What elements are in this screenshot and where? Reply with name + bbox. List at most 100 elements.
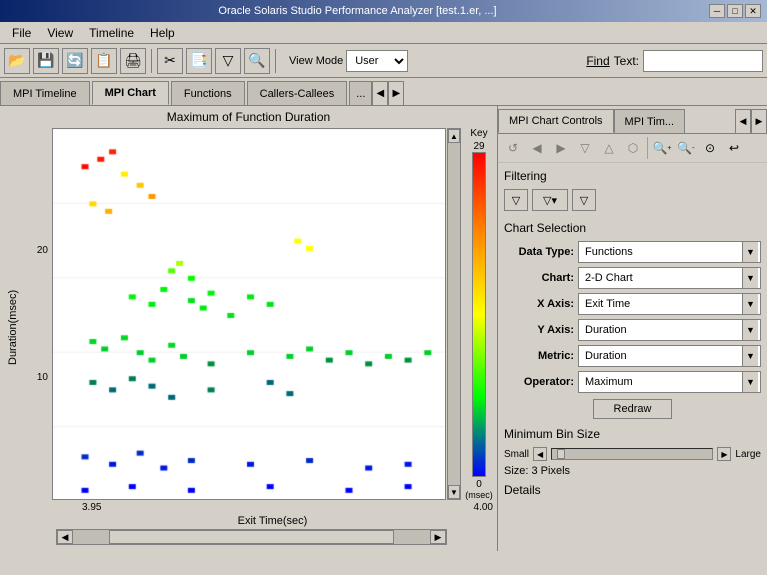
toolbar-sep-1 [151,49,152,73]
view-mode-select[interactable]: User Expert [346,50,408,72]
maximize-button[interactable]: □ [727,4,743,18]
x-tick-2: 4.00 [474,502,493,513]
chart-type-value: 2-D Chart [581,272,742,284]
tab-nav-right[interactable]: ▶ [388,81,404,105]
y-tick-10: 10 [37,372,48,383]
bin-slider-track[interactable] [551,448,713,460]
close-button[interactable]: ✕ [745,4,761,18]
bin-slider-thumb[interactable] [557,449,565,459]
tab-nav-left[interactable]: ◀ [372,81,388,105]
rtb-btn-4[interactable]: ▽ [574,137,596,159]
data-type-arrow[interactable]: ▼ [742,242,758,262]
tab-callers-callees[interactable]: Callers-Callees [247,81,348,105]
y-axis-label: Duration(msec) [4,128,22,527]
rtb-btn-3[interactable]: ▶ [550,137,572,159]
chart-title: Maximum of Function Duration [4,110,493,124]
menu-view[interactable]: View [39,24,81,42]
rtb-btn-zoom-out[interactable]: 🔍- [675,137,697,159]
toolbar-btn-1[interactable]: 📂 [4,48,30,74]
minimize-button[interactable]: ─ [709,4,725,18]
yaxis-label: Y Axis: [504,324,574,336]
toolbar-btn-5[interactable]: 🖨 [120,48,146,74]
key-unit: (msec) [465,490,493,500]
tab-mpi-timeline[interactable]: MPI Timeline [0,81,90,105]
min-bin-section: Minimum Bin Size Small ◀ ▶ Large Size: 3… [504,427,761,477]
bin-small-label: Small [504,449,529,460]
yaxis-select[interactable]: Duration ▼ [578,319,761,341]
filter-btn-3[interactable]: ▽ [572,189,596,211]
toolbar-btn-2[interactable]: 💾 [33,48,59,74]
chart-selection-title: Chart Selection [504,221,761,235]
metric-row: Metric: Duration ▼ [504,345,761,367]
toolbar-btn-9[interactable]: 🔍 [244,48,270,74]
rtb-btn-zoom-in[interactable]: 🔍+ [651,137,673,159]
filtering-title: Filtering [504,169,761,183]
bin-slider-left-btn[interactable]: ◀ [533,447,547,461]
filter-btn-1[interactable]: ▽ [504,189,528,211]
operator-select[interactable]: Maximum ▼ [578,371,761,393]
toolbar-btn-8[interactable]: ▽ [215,48,241,74]
toolbar-btn-7[interactable]: 📑 [186,48,212,74]
menu-help[interactable]: Help [142,24,183,42]
bin-slider-right-btn[interactable]: ▶ [717,447,731,461]
vscroll-up[interactable]: ▲ [448,129,460,143]
operator-arrow[interactable]: ▼ [742,372,758,392]
toolbar-btn-3[interactable]: 🔄 [62,48,88,74]
rtb-btn-reset[interactable]: ↩ [723,137,745,159]
right-tab-chart-controls[interactable]: MPI Chart Controls [498,109,614,133]
rtb-btn-zoom-fit[interactable]: ⊙ [699,137,721,159]
bin-size-text: Size: 3 Pixels [504,465,761,477]
key-min: 0 [476,479,482,490]
rtb-btn-6[interactable]: ⬡ [622,137,644,159]
menu-file[interactable]: File [4,24,39,42]
hscroll-right[interactable]: ▶ [430,530,446,544]
chart-type-arrow[interactable]: ▼ [742,268,758,288]
rtb-btn-1[interactable]: ↺ [502,137,524,159]
tab-mpi-chart[interactable]: MPI Chart [92,81,169,105]
toolbar-sep-2 [275,49,276,73]
vscroll-down[interactable]: ▼ [448,485,460,499]
right-content: Filtering ▽ ▽▾ ▽ Chart Selection Data Ty… [498,163,767,551]
right-tab-mpi-tim[interactable]: MPI Tim... [614,109,686,133]
xaxis-arrow[interactable]: ▼ [742,294,758,314]
chart-type-select[interactable]: 2-D Chart ▼ [578,267,761,289]
right-tab-nav-left[interactable]: ◀ [735,109,751,133]
hscroll-thumb[interactable] [109,530,395,544]
find-label[interactable]: Find [586,54,609,68]
chart-type-label: Chart: [504,272,574,284]
metric-arrow[interactable]: ▼ [742,346,758,366]
find-input[interactable] [643,50,763,72]
right-tabs: MPI Chart Controls MPI Tim... ◀ ▶ [498,106,767,134]
details-title: Details [504,483,761,497]
yaxis-value: Duration [581,324,742,336]
tab-more[interactable]: ... [349,81,372,105]
hscroll-track[interactable] [73,530,430,544]
y-tick-20: 20 [37,245,48,256]
redraw-button[interactable]: Redraw [593,399,673,419]
chart-canvas[interactable] [52,128,446,500]
data-type-select[interactable]: Functions ▼ [578,241,761,263]
filter-btn-2[interactable]: ▽▾ [532,189,568,211]
chart-vscrollbar[interactable]: ▲ ▼ [447,128,461,500]
xaxis-row: X Axis: Exit Time ▼ [504,293,761,315]
yaxis-arrow[interactable]: ▼ [742,320,758,340]
xaxis-select[interactable]: Exit Time ▼ [578,293,761,315]
rtb-btn-5[interactable]: △ [598,137,620,159]
tab-functions[interactable]: Functions [171,81,245,105]
key-max: 29 [473,141,484,152]
hscroll-left[interactable]: ◀ [57,530,73,544]
right-tab-nav-right[interactable]: ▶ [751,109,767,133]
filter-row: ▽ ▽▾ ▽ [504,189,761,211]
rtb-sep [647,137,648,159]
toolbar-btn-6[interactable]: ✂ [157,48,183,74]
h-scrollbar[interactable]: ◀ ▶ [56,529,447,545]
key-title: Key [470,128,487,139]
toolbar-btn-4[interactable]: 📋 [91,48,117,74]
operator-label: Operator: [504,376,574,388]
operator-row: Operator: Maximum ▼ [504,371,761,393]
y-ticks: 20 10 [22,128,52,500]
key-bar: Key 29 0 (msec) [465,128,493,500]
menu-timeline[interactable]: Timeline [81,24,142,42]
rtb-btn-2[interactable]: ◀ [526,137,548,159]
metric-select[interactable]: Duration ▼ [578,345,761,367]
